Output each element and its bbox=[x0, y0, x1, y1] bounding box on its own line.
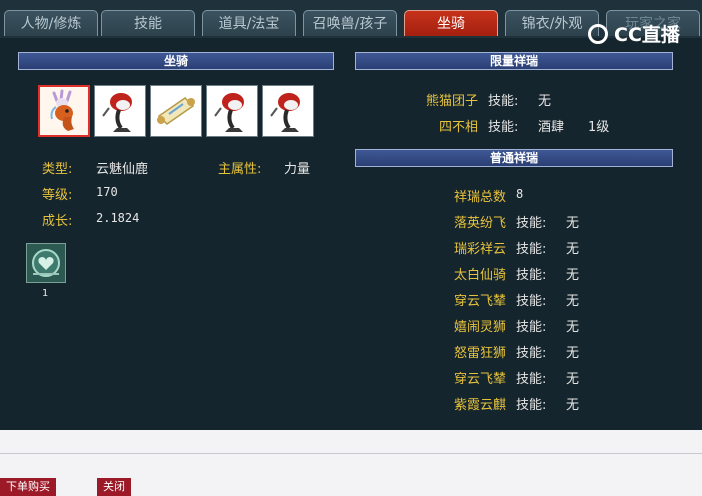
limited-item-skill-value: 酒肆 bbox=[538, 120, 565, 135]
auspicious-name: 落英纷飞 bbox=[453, 216, 506, 231]
type-label: 类型: bbox=[42, 162, 73, 177]
main-attr-label: 主属性: bbox=[218, 162, 262, 177]
level-label: 等级: bbox=[42, 188, 73, 203]
mount-skill-slot[interactable] bbox=[26, 243, 66, 283]
logo-ring-icon bbox=[588, 24, 608, 44]
crane-mount-icon bbox=[102, 93, 132, 132]
logo-text: CC直播 bbox=[614, 24, 680, 46]
tab-character[interactable]: 人物/修炼 bbox=[4, 10, 98, 36]
auspicious-name: 太白仙骑 bbox=[453, 268, 506, 283]
limited-item-skill-value: 无 bbox=[538, 94, 552, 109]
auspicious-skill-label: 技能: bbox=[516, 372, 547, 387]
auspicious-skill-value: 无 bbox=[566, 320, 580, 335]
auspicious-skill-value: 无 bbox=[566, 242, 580, 257]
auspicious-name: 嬉闹灵狮 bbox=[453, 320, 506, 335]
tab-outfit[interactable]: 锦衣/外观 bbox=[505, 10, 599, 36]
auspicious-skill-value: 无 bbox=[566, 216, 580, 231]
tab-items[interactable]: 道具/法宝 bbox=[202, 10, 296, 36]
auspicious-skill-value: 无 bbox=[566, 398, 580, 413]
auspicious-total-value: 8 bbox=[516, 187, 524, 201]
mount-slot-4[interactable] bbox=[206, 85, 258, 137]
mount-slot-3[interactable] bbox=[150, 85, 202, 137]
auspicious-name: 紫霞云麒 bbox=[453, 398, 506, 413]
limited-item-skill-level: 1级 bbox=[588, 120, 610, 135]
heart-emblem-icon bbox=[32, 249, 60, 277]
auspicious-total-label: 祥瑞总数 bbox=[453, 190, 506, 205]
mount-slot-1[interactable] bbox=[38, 85, 90, 137]
auspicious-skill-value: 无 bbox=[566, 294, 580, 309]
auspicious-skill-value: 无 bbox=[566, 372, 580, 387]
limited-item-name: 四不相 bbox=[438, 120, 478, 135]
auspicious-skill-value: 无 bbox=[566, 346, 580, 361]
mount-panel: 坐骑 类型: 云魅仙鹿 主属性: 力量 等级: 170 成长: 2.1824 1… bbox=[0, 38, 702, 430]
main-attr-value: 力量 bbox=[284, 162, 311, 177]
crane-mount-icon bbox=[270, 93, 300, 132]
auspicious-name: 穿云飞辇 bbox=[453, 372, 506, 387]
footer-divider bbox=[0, 453, 702, 454]
auspicious-skill-label: 技能: bbox=[516, 346, 547, 361]
close-button[interactable]: 关闭 bbox=[97, 478, 131, 496]
mount-section-header: 坐骑 bbox=[18, 52, 334, 70]
mount-slot-2[interactable] bbox=[94, 85, 146, 137]
mount-skill-count: 1 bbox=[42, 288, 49, 299]
auspicious-name: 怒雷狂狮 bbox=[453, 346, 506, 361]
deer-mount-icon bbox=[50, 89, 74, 131]
auspicious-skill-label: 技能: bbox=[516, 268, 547, 283]
scroll-icon bbox=[157, 97, 195, 125]
limited-item-name: 熊猫团子 bbox=[425, 94, 478, 109]
auspicious-skill-label: 技能: bbox=[516, 216, 547, 231]
normal-section-header: 普通祥瑞 bbox=[355, 149, 673, 167]
auspicious-name: 穿云飞辇 bbox=[453, 294, 506, 309]
limited-item-skill-label: 技能: bbox=[488, 94, 519, 109]
tab-skills[interactable]: 技能 bbox=[101, 10, 195, 36]
type-value: 云魅仙鹿 bbox=[96, 162, 149, 177]
tab-pets[interactable]: 召唤兽/孩子 bbox=[303, 10, 397, 36]
order-button[interactable]: 下单购买 bbox=[0, 478, 56, 496]
auspicious-skill-label: 技能: bbox=[516, 242, 547, 257]
auspicious-skill-value: 无 bbox=[566, 268, 580, 283]
tab-mount[interactable]: 坐骑 bbox=[404, 10, 498, 36]
cc-live-logo: CC直播 bbox=[588, 22, 680, 50]
crane-mount-icon bbox=[214, 93, 244, 132]
mount-slot-5[interactable] bbox=[262, 85, 314, 137]
auspicious-skill-label: 技能: bbox=[516, 398, 547, 413]
auspicious-name: 瑞彩祥云 bbox=[453, 242, 506, 257]
limited-section-header: 限量祥瑞 bbox=[355, 52, 673, 70]
auspicious-skill-label: 技能: bbox=[516, 294, 547, 309]
auspicious-skill-label: 技能: bbox=[516, 320, 547, 335]
level-value: 170 bbox=[96, 185, 118, 199]
growth-label: 成长: bbox=[42, 214, 73, 229]
limited-item-skill-label: 技能: bbox=[488, 120, 519, 135]
growth-value: 2.1824 bbox=[96, 211, 140, 225]
